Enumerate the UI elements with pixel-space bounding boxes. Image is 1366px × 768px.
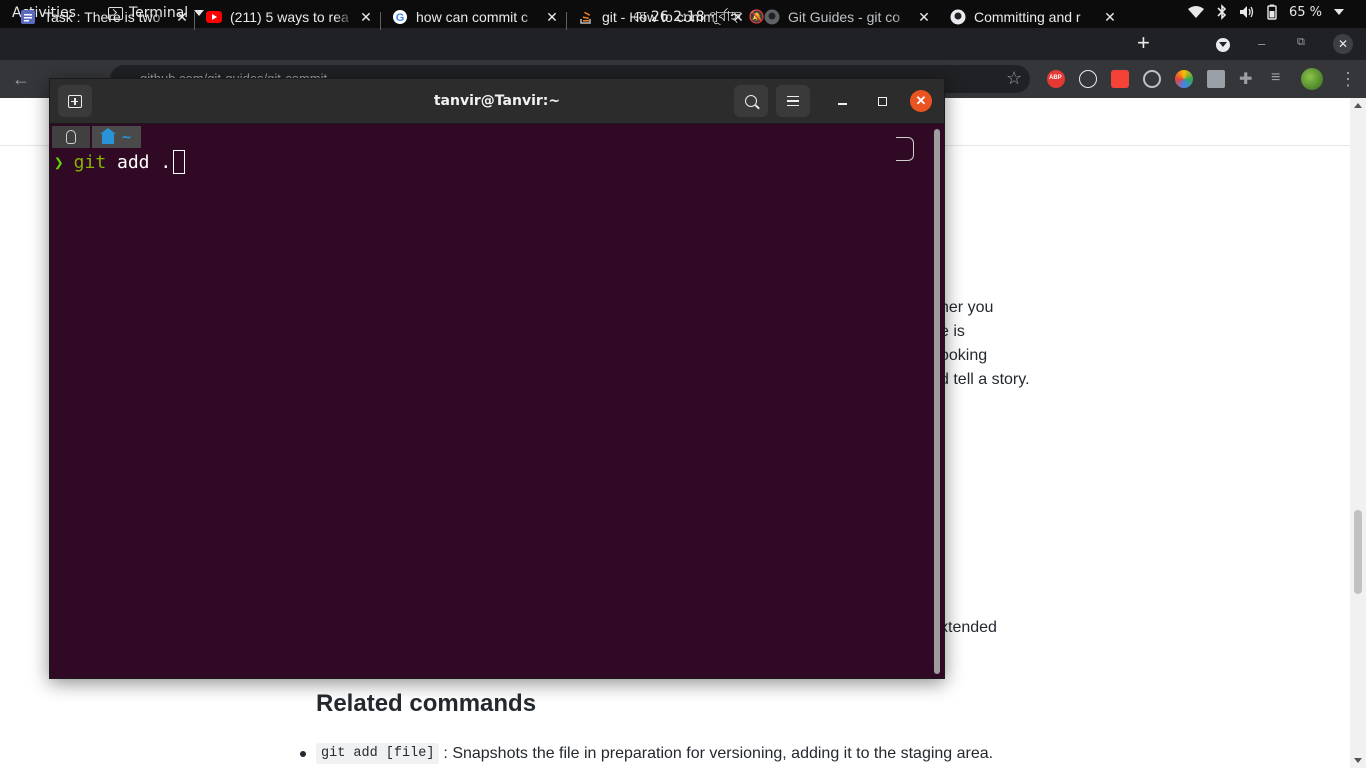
github-icon [950, 9, 966, 25]
browser-tab[interactable]: Git Guides - git co ✕ [764, 4, 932, 30]
close-icon[interactable]: ✕ [730, 9, 746, 26]
right-prompt-icon [896, 137, 914, 161]
body-text-fragment: xtended [940, 619, 997, 636]
maximize-icon [877, 96, 887, 106]
prompt-dir-segment: ~ [90, 126, 142, 148]
bullet [300, 750, 306, 757]
close-icon[interactable]: ✕ [358, 9, 374, 26]
system-menu[interactable]: 65 % [1187, 4, 1344, 20]
browser-tab-strip [0, 28, 1366, 60]
terminal-headerbar[interactable]: tanvir@Tanvir:~ ✕ [50, 79, 944, 124]
youtube-icon [206, 9, 222, 25]
page-scrollbar[interactable] [1350, 98, 1366, 768]
notifications-muted-icon: 🔕 [748, 9, 766, 25]
google-icon: G [392, 9, 408, 25]
target-icon[interactable] [1143, 70, 1161, 88]
bluetooth-icon [1217, 4, 1227, 20]
more-menu-icon[interactable]: ⋮ [1339, 69, 1357, 90]
tab-title: Committing and r [974, 9, 1081, 25]
chevron-down-icon [194, 10, 205, 16]
list-item-text: : Snapshots the file in preparation for … [443, 744, 994, 762]
scroll-down-icon[interactable] [1354, 758, 1362, 763]
section-heading: Related commands [316, 690, 537, 717]
browser-tab[interactable]: Committing and r ✕ [950, 4, 1118, 30]
command-args: add . [106, 151, 172, 173]
close-icon: ✕ [915, 93, 927, 108]
prompt-symbol: ❯ [54, 152, 64, 172]
command-line[interactable]: ❯ git add . [54, 150, 186, 174]
tab-title: git - How to comm [602, 9, 715, 25]
body-text-fragment: ooking [940, 347, 988, 364]
hamburger-menu-icon [787, 96, 799, 106]
terminal-body[interactable]: ~ ❯ git add . [50, 125, 944, 678]
minimize-button[interactable] [832, 91, 852, 111]
body-text-fragment: d tell a story. [940, 371, 1030, 388]
tab-separator [194, 12, 195, 30]
battery-percent: 65 % [1288, 4, 1322, 20]
tab-title: (211) 5 ways to rea [230, 9, 349, 25]
tab-title: how can commit c [416, 9, 529, 25]
tab-separator [566, 12, 567, 30]
extension-red-icon[interactable] [1111, 70, 1129, 88]
browser-tab[interactable]: (211) 5 ways to rea ✕ [206, 4, 374, 30]
body-text-fragment: her you [940, 299, 994, 316]
prompt-segment: ~ [52, 126, 142, 148]
tab-separator [380, 12, 381, 30]
extensions-puzzle-icon[interactable]: ✚ [1239, 69, 1252, 89]
tab-title: Task : There is two [44, 9, 161, 25]
linux-icon [66, 130, 76, 144]
text-cursor [173, 150, 186, 174]
react-devtools-icon[interactable] [1079, 70, 1097, 88]
scrollbar-thumb[interactable] [1354, 510, 1362, 594]
close-icon[interactable]: ✕ [1102, 9, 1118, 26]
svg-text:G: G [396, 12, 405, 24]
avatar[interactable] [1301, 68, 1323, 90]
search-icon [745, 95, 757, 107]
close-button[interactable]: ✕ [910, 90, 932, 112]
prompt-dir: ~ [122, 128, 132, 146]
browser-tab[interactable]: Task : There is two ✕ [20, 4, 190, 30]
terminal-scrollbar[interactable] [934, 129, 940, 674]
reading-list-icon[interactable]: ≡ [1271, 69, 1280, 87]
restore-icon[interactable]: ⧉ [1297, 36, 1305, 49]
command-name: git [73, 151, 107, 173]
bookmark-star-icon[interactable]: ☆ [1006, 68, 1022, 89]
wifi-icon [1187, 6, 1204, 18]
terminal-window[interactable]: tanvir@Tanvir:~ ✕ ~ ❯ git add . [49, 78, 945, 679]
browser-tab[interactable]: G how can commit c ✕ [392, 4, 560, 30]
new-tab-button[interactable]: + [1137, 30, 1150, 56]
back-icon[interactable]: ← [12, 69, 30, 90]
stackoverflow-icon [578, 9, 594, 25]
list-item: git add [file] : Snapshots the file in p… [300, 743, 993, 764]
home-icon [100, 127, 116, 144]
minimize-icon [837, 103, 847, 105]
tab-search-icon[interactable] [1216, 38, 1230, 52]
search-button[interactable] [734, 85, 768, 117]
chevron-down-icon [1334, 9, 1344, 15]
tab-title: Git Guides - git co [788, 9, 901, 25]
close-icon[interactable]: ✕ [916, 9, 932, 26]
browser-tab[interactable]: git - How to comm ✕ [578, 4, 746, 30]
adblock-icon[interactable]: ABP [1047, 70, 1065, 88]
menu-button[interactable] [776, 85, 810, 117]
maximize-button[interactable] [872, 91, 892, 111]
close-window-button[interactable]: ✕ [1333, 34, 1353, 54]
close-icon[interactable]: ✕ [544, 9, 560, 26]
minimize-icon[interactable]: – [1258, 36, 1265, 51]
battery-icon [1267, 4, 1277, 20]
prompt-os-segment [52, 126, 90, 148]
github-icon [764, 9, 780, 25]
scroll-up-icon[interactable] [1354, 103, 1362, 108]
inline-code: git add [file] [316, 743, 440, 764]
docs-icon [20, 9, 36, 25]
volume-icon [1239, 6, 1254, 18]
color-picker-icon[interactable] [1175, 70, 1193, 88]
close-icon[interactable]: ✕ [174, 9, 190, 26]
download-icon[interactable] [1207, 70, 1225, 88]
